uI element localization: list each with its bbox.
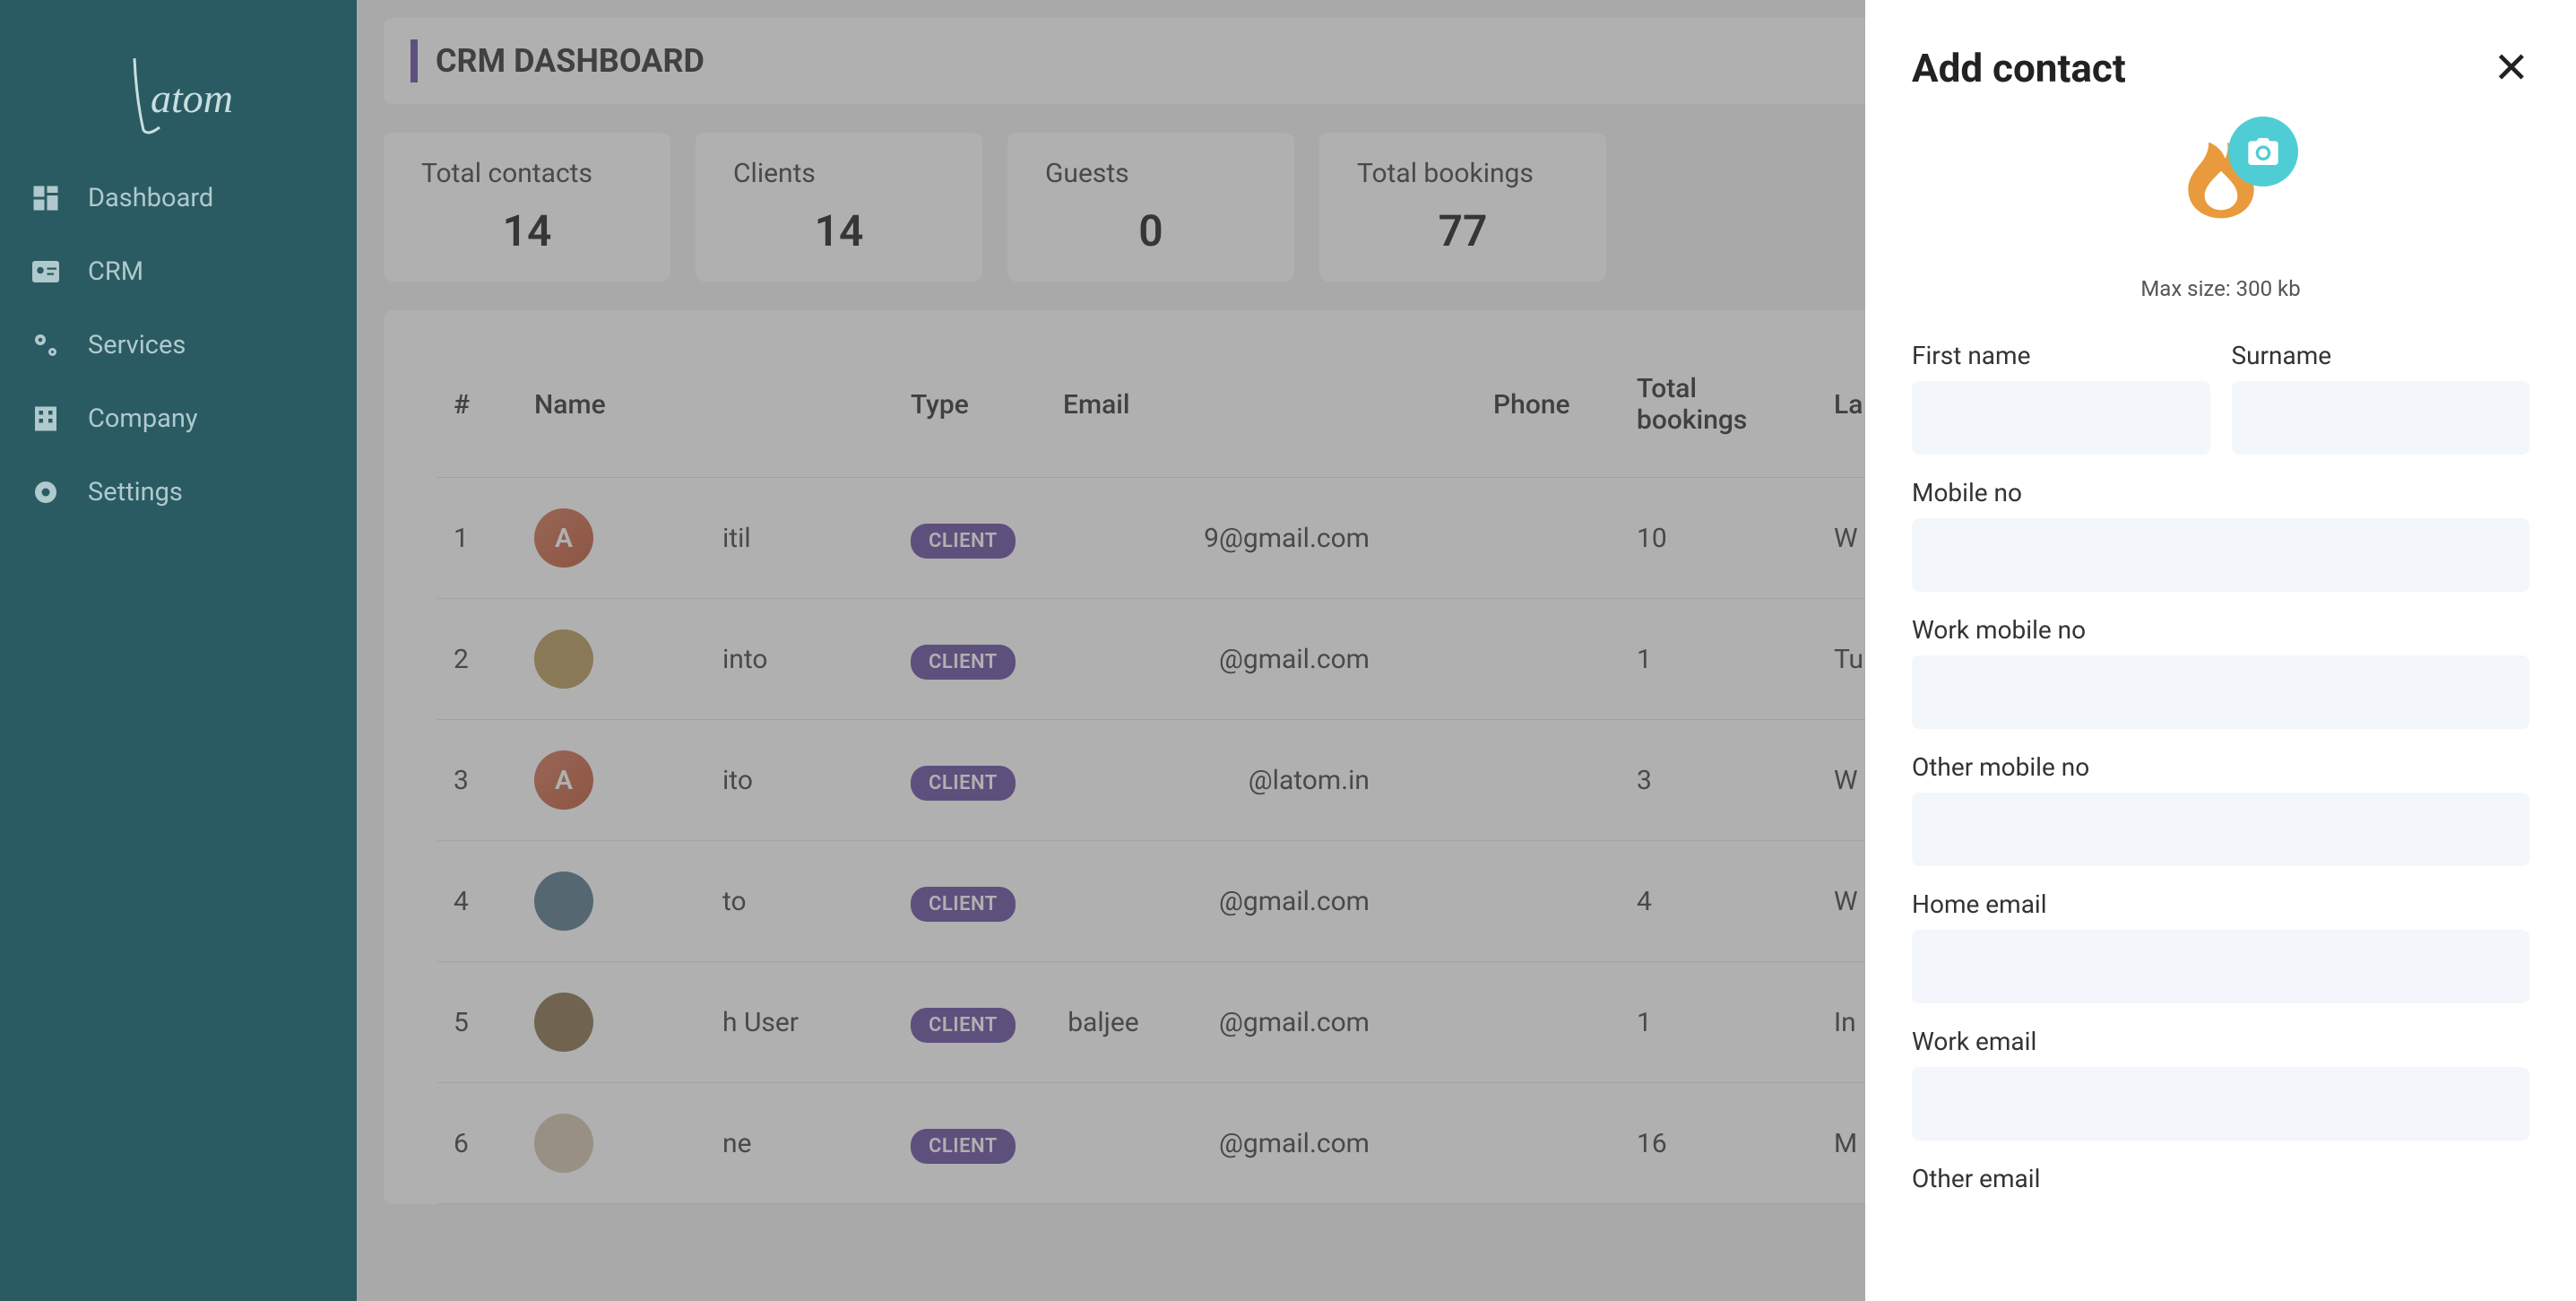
building-icon: [29, 402, 63, 436]
sidebar-item-crm[interactable]: CRM: [0, 235, 357, 308]
dashboard-icon: [29, 181, 63, 215]
other-email-label: Other email: [1912, 1164, 2529, 1193]
surname-field[interactable]: [2232, 381, 2530, 455]
home-email-field[interactable]: [1912, 930, 2529, 1003]
close-icon[interactable]: ✕: [2494, 47, 2529, 90]
first-name-field[interactable]: [1912, 381, 2210, 455]
gear-icon: [29, 475, 63, 509]
sidebar-item-label: CRM: [88, 256, 143, 287]
mobile-label: Mobile no: [1912, 478, 2529, 507]
brand-logo: atom: [0, 0, 357, 161]
gears-icon: [29, 328, 63, 362]
work-email-field[interactable]: [1912, 1067, 2529, 1141]
other-mobile-label: Other mobile no: [1912, 752, 2529, 782]
drawer-title: Add contact: [1912, 45, 2126, 91]
sidebar-item-label: Company: [88, 403, 198, 434]
max-size-text: Max size: 300 kb: [1912, 276, 2529, 301]
sidebar-item-label: Dashboard: [88, 183, 213, 213]
camera-upload-button[interactable]: [2228, 117, 2298, 186]
other-mobile-field[interactable]: [1912, 793, 2529, 866]
add-contact-drawer: Add contact ✕ Max size: 300 kb First nam…: [1865, 0, 2576, 1301]
sidebar-item-label: Settings: [88, 477, 183, 507]
sidebar-item-services[interactable]: Services: [0, 308, 357, 382]
surname-label: Surname: [2232, 341, 2530, 370]
mobile-field[interactable]: [1912, 518, 2529, 592]
home-email-label: Home email: [1912, 889, 2529, 919]
card-icon: [29, 255, 63, 289]
sidebar: atom Dashboard CRM Services Company: [0, 0, 357, 1301]
first-name-label: First name: [1912, 341, 2210, 370]
sidebar-item-dashboard[interactable]: Dashboard: [0, 161, 357, 235]
sidebar-item-label: Services: [88, 330, 186, 360]
avatar-upload: [2158, 124, 2284, 249]
work-email-label: Work email: [1912, 1027, 2529, 1056]
work-mobile-label: Work mobile no: [1912, 615, 2529, 645]
svg-text:atom: atom: [151, 75, 233, 121]
sidebar-item-company[interactable]: Company: [0, 382, 357, 455]
work-mobile-field[interactable]: [1912, 655, 2529, 729]
sidebar-item-settings[interactable]: Settings: [0, 455, 357, 529]
